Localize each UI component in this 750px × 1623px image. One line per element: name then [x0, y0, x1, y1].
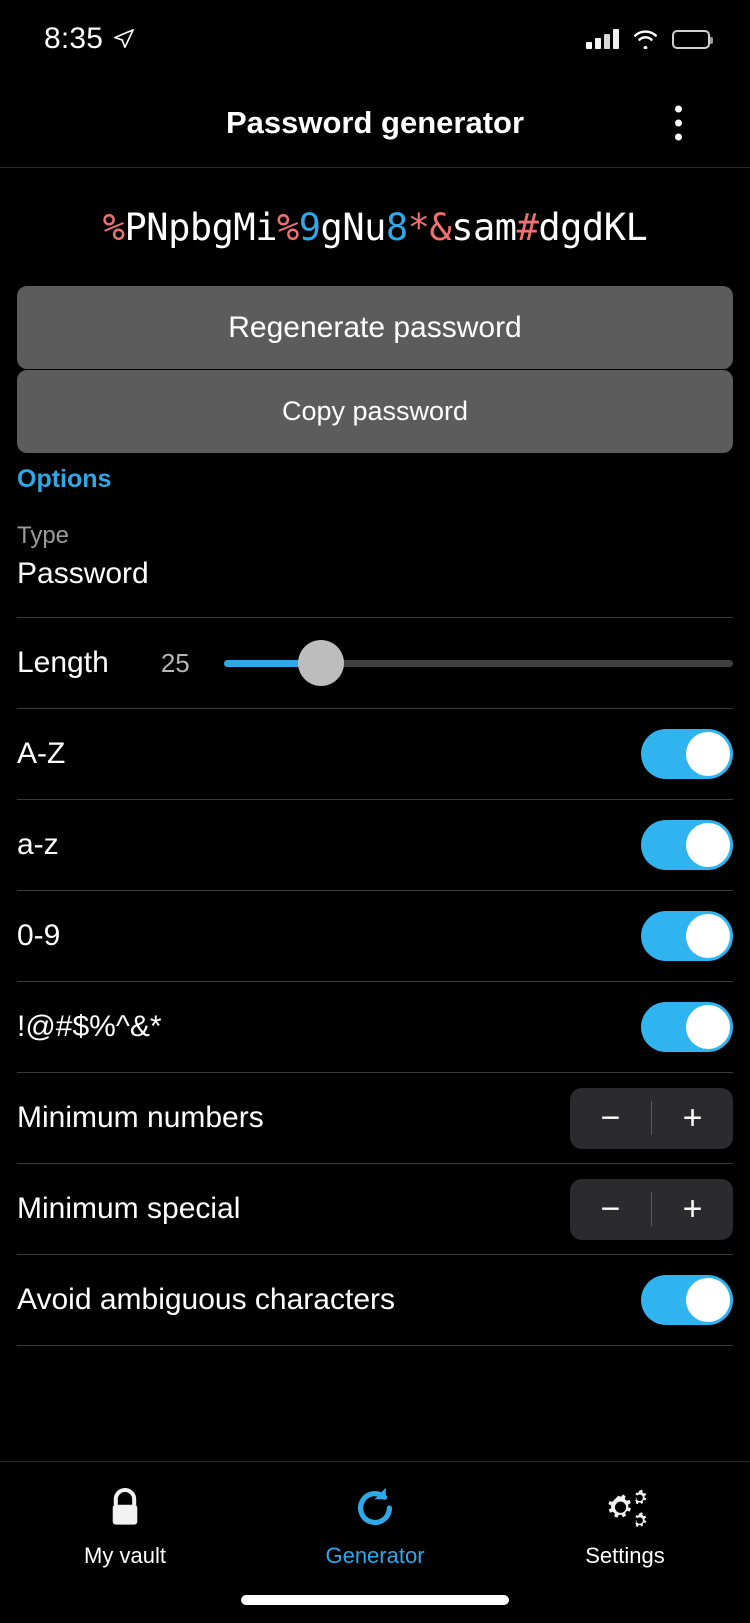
- status-bar-right: [586, 29, 713, 49]
- length-slider[interactable]: [223, 618, 733, 709]
- avoid-ambiguous-toggle[interactable]: [641, 1275, 733, 1325]
- status-bar-left: 8:35: [44, 22, 135, 56]
- numbers-label: 0-9: [17, 919, 61, 952]
- password-char: g: [320, 205, 343, 249]
- kebab-menu-icon[interactable]: [669, 99, 688, 146]
- password-char: g: [560, 205, 582, 249]
- toggle-row-lowercase[interactable]: a-z: [17, 799, 733, 890]
- copy-password-button[interactable]: Copy password: [17, 370, 733, 453]
- password-char: s: [451, 205, 474, 249]
- minimum-special-increment-button[interactable]: +: [652, 1179, 733, 1240]
- password-char: P: [124, 205, 147, 249]
- refresh-icon: [358, 1487, 392, 1526]
- password-char: N: [146, 205, 169, 249]
- special-toggle[interactable]: [641, 1002, 733, 1052]
- lowercase-label: a-z: [17, 828, 59, 861]
- tab-generator[interactable]: Generator: [250, 1484, 500, 1569]
- home-indicator: [241, 1595, 509, 1605]
- app-header: Password generator: [0, 78, 750, 168]
- generated-password-text: %PNpbgMi%9gNu8*&sam#dgdKL: [103, 206, 648, 249]
- numbers-toggle[interactable]: [641, 911, 733, 961]
- regenerate-password-button[interactable]: Regenerate password: [17, 286, 733, 369]
- length-slider-thumb[interactable]: [297, 640, 344, 686]
- minimum-numbers-increment-button[interactable]: +: [652, 1088, 733, 1149]
- avoid-ambiguous-label: Avoid ambiguous characters: [17, 1283, 395, 1316]
- toggle-row-uppercase[interactable]: A-Z: [17, 708, 733, 799]
- password-char: %: [102, 205, 125, 249]
- toggle-row-special[interactable]: !@#$%^&*: [17, 981, 733, 1072]
- password-char: 8: [385, 205, 408, 249]
- minimum-special-decrement-button[interactable]: −: [570, 1179, 651, 1240]
- lowercase-toggle[interactable]: [641, 820, 733, 870]
- password-char: 9: [298, 205, 321, 249]
- cellular-signal-icon: [586, 29, 619, 49]
- password-char: p: [168, 205, 190, 249]
- password-char: m: [494, 205, 517, 249]
- minimum-numbers-label: Minimum numbers: [17, 1101, 264, 1134]
- minimum-numbers-stepper[interactable]: − +: [570, 1087, 733, 1149]
- type-field-label: Type: [17, 522, 70, 549]
- length-label: Length: [17, 646, 109, 679]
- tab-generator-label: Generator: [325, 1543, 425, 1568]
- password-char: *: [407, 205, 430, 249]
- password-char: #: [516, 205, 539, 249]
- password-char: g: [211, 205, 234, 249]
- tab-my-vault-label: My vault: [84, 1543, 166, 1568]
- battery-icon: [672, 29, 713, 49]
- tab-settings[interactable]: Settings: [500, 1484, 750, 1569]
- generated-password-area[interactable]: %PNpbgMi%9gNu8*&sam#dgdKL: [0, 168, 750, 286]
- type-field-value[interactable]: Password: [17, 557, 149, 591]
- bottom-tab-bar: My vault Generator Settings: [0, 1461, 750, 1623]
- password-char: M: [233, 205, 256, 249]
- wifi-icon: [634, 30, 657, 49]
- gears-icon: [608, 1489, 647, 1527]
- password-char: L: [625, 205, 648, 249]
- options-section-header: Options: [17, 465, 112, 493]
- minimum-special-label: Minimum special: [17, 1192, 241, 1225]
- clock: 8:35: [44, 22, 104, 55]
- password-char: &: [429, 205, 452, 249]
- password-char: u: [364, 205, 386, 249]
- lock-icon: [112, 1487, 138, 1525]
- password-char: a: [473, 205, 495, 249]
- page-title: Password generator: [225, 104, 525, 140]
- uppercase-label: A-Z: [17, 737, 66, 770]
- password-char: K: [603, 205, 626, 249]
- tab-settings-label: Settings: [585, 1543, 665, 1568]
- tab-my-vault[interactable]: My vault: [0, 1484, 250, 1569]
- options-list: Length 25 A-Z a-z 0-9 !@#$%^&* Minimum n…: [0, 617, 750, 1346]
- password-char: b: [189, 205, 212, 249]
- location-arrow-icon: [114, 29, 135, 49]
- avoid-ambiguous-row[interactable]: Avoid ambiguous characters: [17, 1254, 733, 1345]
- special-label: !@#$%^&*: [17, 1010, 162, 1043]
- password-char: d: [538, 205, 561, 249]
- minimum-special-stepper[interactable]: − +: [570, 1178, 733, 1240]
- password-char: N: [342, 205, 365, 249]
- status-bar: 8:35: [0, 0, 750, 78]
- minimum-numbers-decrement-button[interactable]: −: [570, 1088, 651, 1149]
- app-screen: 8:35 Password generator %PNpbgMi%9gNu8*&…: [0, 0, 750, 1623]
- password-char: i: [255, 205, 277, 249]
- uppercase-toggle[interactable]: [641, 729, 733, 779]
- minimum-special-row: Minimum special 1 − +: [17, 1163, 733, 1254]
- password-char: d: [581, 205, 604, 249]
- length-slider-track[interactable]: [223, 640, 733, 686]
- toggle-row-numbers[interactable]: 0-9: [17, 890, 733, 981]
- list-bottom-divider: [17, 1345, 733, 1346]
- length-value: 25: [160, 647, 190, 678]
- password-char: %: [276, 205, 299, 249]
- length-row: Length 25: [17, 617, 733, 708]
- minimum-numbers-row: Minimum numbers 1 − +: [17, 1072, 733, 1163]
